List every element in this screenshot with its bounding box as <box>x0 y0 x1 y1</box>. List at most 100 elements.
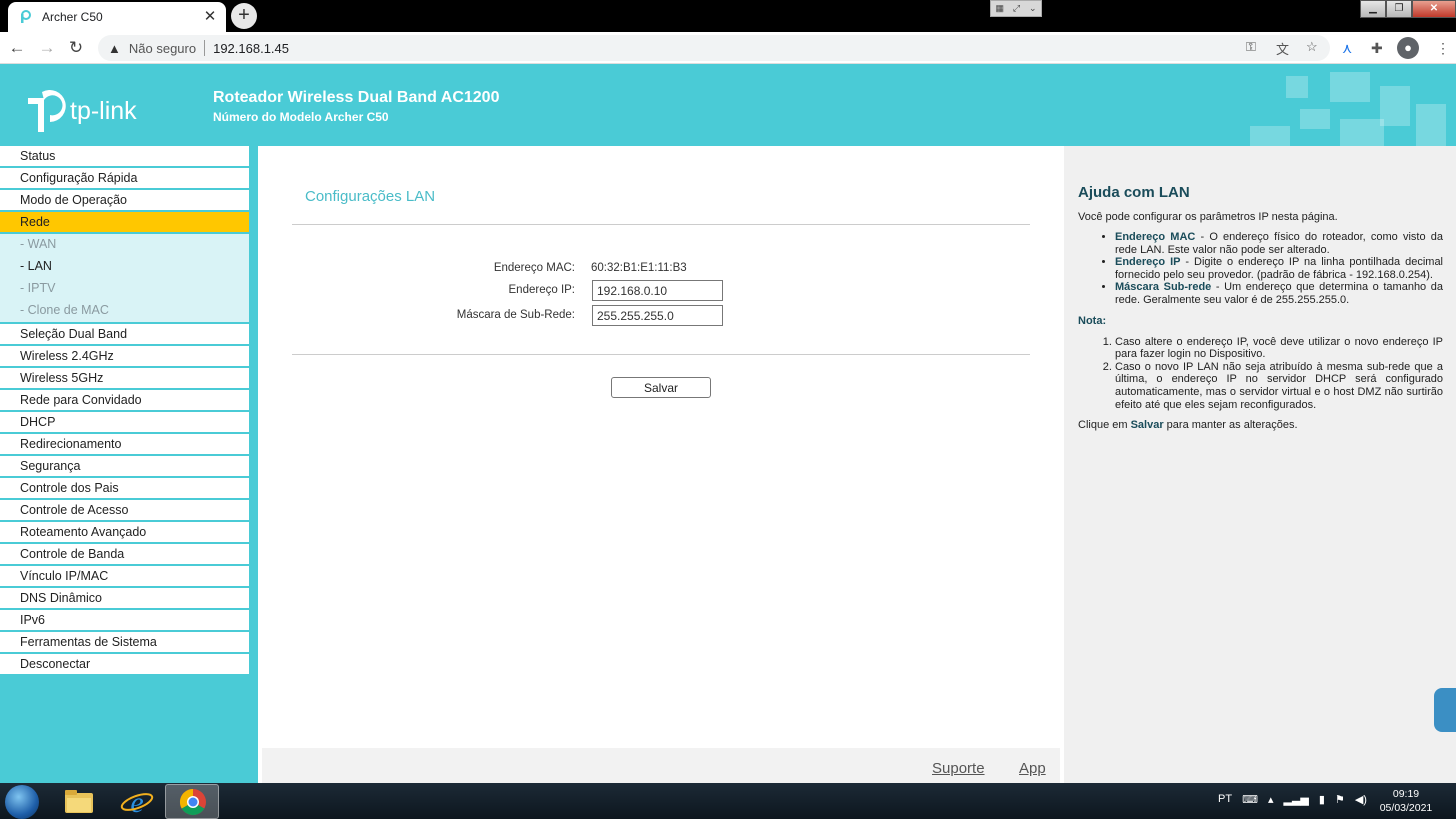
language-indicator[interactable]: PT <box>1218 793 1232 806</box>
help-item: Endereço MAC - O endereço físico do rote… <box>1115 231 1443 256</box>
sidebar-item-status[interactable]: Status <box>0 146 249 168</box>
help-list: Endereço MAC - O endereço físico do rote… <box>1115 231 1443 307</box>
sidebar-subitem-wan[interactable]: - WAN <box>0 234 249 256</box>
tray-arrow-icon[interactable]: ▴ <box>1268 793 1274 806</box>
sidebar-item-wireless-5[interactable]: Wireless 5GHz <box>0 368 249 390</box>
header-decoration <box>1340 119 1384 146</box>
sidebar-item-system-tools[interactable]: Ferramentas de Sistema <box>0 632 249 654</box>
help-panel: Ajuda com LAN Você pode configurar os pa… <box>1064 146 1456 783</box>
side-handle[interactable] <box>1434 688 1456 732</box>
not-secure-label[interactable]: Não seguro <box>129 41 196 56</box>
window-controls: ▁ ❐ ✕ <box>1360 0 1456 18</box>
kebab-menu-icon[interactable]: ⋮ <box>1436 40 1450 57</box>
key-icon[interactable]: ⚿ <box>1246 39 1256 55</box>
mac-value: 60:32:B1:E1:11:B3 <box>591 262 687 274</box>
back-arrow-icon[interactable]: ← <box>6 37 28 59</box>
close-window-button[interactable]: ✕ <box>1412 0 1456 18</box>
new-tab-button[interactable]: + <box>231 3 257 29</box>
header-decoration <box>1300 109 1330 129</box>
sidebar-item-dual-band[interactable]: Seleção Dual Band <box>0 324 249 346</box>
clock[interactable]: 09:19 05/03/2021 <box>1376 787 1436 815</box>
sidebar-item-forwarding[interactable]: Redirecionamento <box>0 434 249 456</box>
volume-icon[interactable]: ◀) <box>1355 793 1367 806</box>
chrome-app[interactable] <box>165 784 219 819</box>
note-item: Caso o novo IP LAN não seja atribuído à … <box>1115 361 1443 411</box>
puzzle-icon[interactable]: ✚ <box>1371 40 1383 57</box>
folder-icon <box>65 790 93 813</box>
note-title: Nota: <box>1078 314 1107 327</box>
svg-text:e: e <box>130 786 143 819</box>
keyboard-icon[interactable]: ⌨ <box>1242 793 1258 806</box>
save-button[interactable]: Salvar <box>611 377 711 398</box>
sidebar-item-quick-setup[interactable]: Configuração Rápida <box>0 168 249 190</box>
omnibox[interactable]: ▲ Não seguro 192.168.1.45 ⚿ 文 ☆ <box>98 35 1330 61</box>
sidebar-item-guest-network[interactable]: Rede para Convidado <box>0 390 249 412</box>
sidebar-subitem-mac-clone[interactable]: - Clone de MAC <box>0 300 249 324</box>
sidebar-item-ip-mac-binding[interactable]: Vínculo IP/MAC <box>0 566 249 588</box>
ip-row: Endereço IP: <box>258 280 1064 302</box>
clock-date: 05/03/2021 <box>1379 802 1433 814</box>
sidebar-item-security[interactable]: Segurança <box>0 456 249 478</box>
warning-icon[interactable]: ▲ <box>108 41 121 56</box>
sidebar-item-advanced-routing[interactable]: Roteamento Avançado <box>0 522 249 544</box>
sidebar-subitem-lan[interactable]: - LAN <box>0 256 249 278</box>
sidebar-item-dhcp[interactable]: DHCP <box>0 412 249 434</box>
close-tab-icon[interactable]: ✕ <box>202 9 218 25</box>
subnet-mask-input[interactable] <box>592 305 723 326</box>
sidebar-menu: Status Configuração Rápida Modo de Opera… <box>0 146 249 676</box>
help-term: Endereço IP <box>1115 256 1181 269</box>
app-link[interactable]: App <box>1019 760 1046 777</box>
logo-text: tp-link <box>70 96 137 125</box>
extension-icon[interactable]: ⋏ <box>1342 40 1352 57</box>
sidebar-item-wireless-24[interactable]: Wireless 2.4GHz <box>0 346 249 368</box>
reload-icon[interactable]: ↻ <box>65 37 87 59</box>
forward-arrow-icon[interactable]: → <box>36 37 58 59</box>
clock-time: 09:19 <box>1392 788 1420 800</box>
note-list: Caso altere o endereço IP, você deve uti… <box>1115 336 1443 412</box>
sidebar-item-access-control[interactable]: Controle de Acesso <box>0 500 249 522</box>
translate-icon[interactable]: 文 <box>1276 39 1289 58</box>
chrome-icon <box>179 788 206 816</box>
maximize-button[interactable]: ❐ <box>1386 0 1412 18</box>
sidebar-subitem-iptv[interactable]: - IPTV <box>0 278 249 300</box>
support-link[interactable]: Suporte <box>932 760 985 777</box>
sidebar-item-ipv6[interactable]: IPv6 <box>0 610 249 632</box>
minimize-button[interactable]: ▁ <box>1360 0 1386 18</box>
ie-app[interactable]: e <box>110 784 164 819</box>
help-footer-text: Clique em <box>1078 419 1131 432</box>
help-footer: Clique em Salvar para manter as alteraçõ… <box>1078 419 1443 431</box>
main-content: Configurações LAN Endereço MAC: 60:32:B1… <box>258 146 1064 783</box>
sidebar-item-operation-mode[interactable]: Modo de Operação <box>0 190 249 212</box>
browser-tab[interactable]: Archer C50 ✕ <box>8 2 226 32</box>
network-signal-icon[interactable]: ▂▃▅ <box>1283 793 1308 806</box>
help-title: Ajuda com LAN <box>1078 184 1190 201</box>
explorer-app[interactable] <box>52 784 106 819</box>
battery-icon[interactable]: ▮ <box>1319 793 1325 806</box>
ip-label: Endereço IP: <box>508 284 575 296</box>
url-text[interactable]: 192.168.1.45 <box>213 41 289 56</box>
expand-icon[interactable]: ⤢ <box>1013 3 1020 14</box>
sidebar-item-logout[interactable]: Desconectar <box>0 654 249 676</box>
flag-icon[interactable]: ⚑ <box>1335 793 1345 806</box>
start-button[interactable] <box>5 785 39 819</box>
sidebar-item-bandwidth-control[interactable]: Controle de Banda <box>0 544 249 566</box>
grid-icon[interactable]: ▦ <box>995 3 1004 14</box>
help-intro: Você pode configurar os parâmetros IP ne… <box>1078 211 1338 223</box>
header-decoration <box>1416 104 1446 146</box>
product-model: Número do Modelo Archer C50 <box>213 110 389 124</box>
taskbar: e PT ⌨ ▴ ▂▃▅ ▮ ⚑ ◀) 09:19 05/03/2021 <box>0 783 1456 819</box>
system-tray: PT ⌨ ▴ ▂▃▅ ▮ ⚑ ◀) <box>1218 793 1367 806</box>
address-bar: ← → ↻ ▲ Não seguro 192.168.1.45 ⚿ 文 ☆ ⋏ … <box>0 32 1456 64</box>
window-tools[interactable]: ▦ ⤢ ⌄ <box>990 0 1042 17</box>
star-icon[interactable]: ☆ <box>1306 39 1318 55</box>
ip-address-input[interactable] <box>592 280 723 301</box>
profile-avatar-icon[interactable]: ● <box>1397 37 1419 59</box>
chevron-down-icon[interactable]: ⌄ <box>1029 3 1037 14</box>
header-decoration <box>1380 86 1410 126</box>
sidebar-item-network[interactable]: Rede <box>0 212 249 234</box>
header-decoration <box>1330 72 1370 102</box>
tplink-logo: tp-link <box>20 88 137 134</box>
sidebar-item-parental-control[interactable]: Controle dos Pais <box>0 478 249 500</box>
sidebar-item-dynamic-dns[interactable]: DNS Dinâmico <box>0 588 249 610</box>
omnibox-separator <box>204 40 206 56</box>
